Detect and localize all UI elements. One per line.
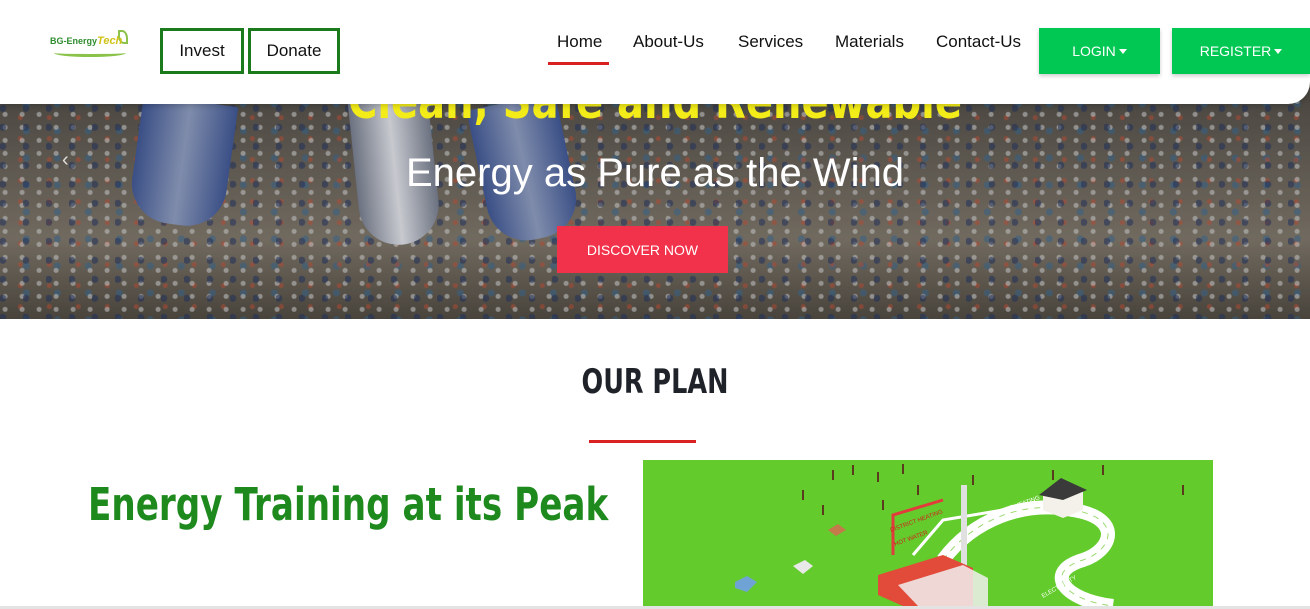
energy-plant-illustration: DISTRICT HEATING HOT WATER DISTRICT HEAT… [643, 460, 1213, 606]
donate-button[interactable]: Donate [248, 28, 340, 74]
nav-services[interactable]: Services [738, 32, 803, 52]
invest-button[interactable]: Invest [160, 28, 244, 74]
nav-materials[interactable]: Materials [835, 32, 904, 52]
nav-active-indicator [548, 62, 609, 65]
login-dropdown-button[interactable]: LOGIN [1039, 28, 1160, 74]
logo-swoosh [54, 49, 126, 57]
section-title: OUR PLAN [581, 362, 729, 402]
image-label-hot-water: HOT WATER [894, 530, 930, 548]
nav-about-us[interactable]: About-Us [633, 32, 704, 52]
caret-down-icon [1118, 48, 1127, 54]
nav-contact-us[interactable]: Contact-Us [936, 32, 1021, 52]
caret-down-icon [1274, 48, 1283, 54]
register-dropdown-button[interactable]: REGISTER [1172, 28, 1310, 74]
logo[interactable]: BG-EnergyTech [48, 28, 132, 58]
section-title-underline [589, 440, 696, 443]
register-label: REGISTER [1199, 43, 1272, 59]
logo-text: BG-EnergyTech [50, 35, 123, 47]
login-label: LOGIN [1072, 43, 1116, 59]
nav-home[interactable]: Home [557, 32, 602, 52]
site-header: BG-EnergyTech Invest Donate Home About-U… [0, 0, 1310, 104]
discover-now-button[interactable]: DISCOVER NOW [557, 226, 728, 273]
hero-subheading: Energy as Pure as the Wind [405, 151, 905, 195]
plan-heading: Energy Training at its Peak [88, 478, 609, 531]
